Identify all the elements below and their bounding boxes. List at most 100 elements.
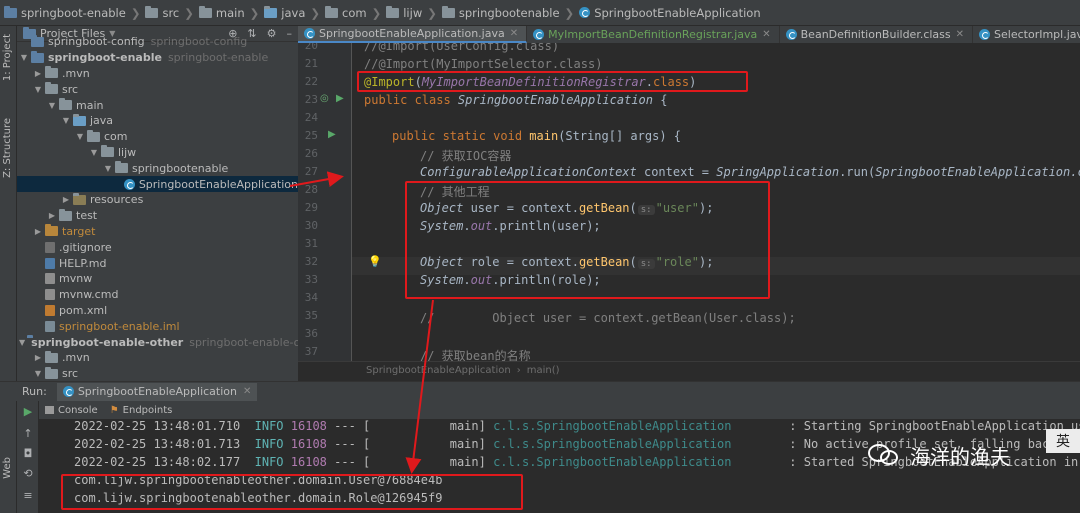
breadcrumb-item[interactable]: src ❯	[145, 5, 198, 20]
breadcrumb-item[interactable]: springboot-enable ❯	[4, 5, 145, 20]
tree-item[interactable]: ▼ springboot-enable-other springboot-enabl…	[17, 334, 298, 350]
editor-tab[interactable]: MyImportBeanDefinitionRegistrar.java ✕	[527, 26, 780, 43]
breadcrumb-separator-icon: ❯	[130, 5, 141, 20]
tree-item[interactable]: ▶ .mvn	[17, 350, 298, 366]
close-icon[interactable]: ✕	[510, 28, 518, 39]
expanded-arrow-icon[interactable]: ▼	[19, 53, 29, 62]
run-gutter-icon[interactable]: ▶	[336, 93, 344, 104]
collapsed-arrow-icon[interactable]: ▶	[47, 211, 57, 220]
bean-icon[interactable]: ◎	[320, 93, 329, 104]
close-icon[interactable]: ✕	[956, 29, 964, 40]
rerun-up-icon[interactable]: ↑	[21, 427, 35, 441]
folder-icon	[386, 5, 400, 18]
tree-item[interactable]: ▼ springbootenable	[17, 160, 298, 176]
tree-item-label: mvnw	[59, 272, 93, 286]
code-line-25: public static void main(String[] args) {	[392, 129, 682, 143]
web-tool-tab[interactable]: Web	[2, 457, 13, 479]
rerun-icon[interactable]: ▶	[21, 405, 35, 419]
tree-item[interactable]: springboot-config springboot-config	[17, 34, 298, 50]
editor-tab[interactable]: SelectorImpl.java✕	[973, 26, 1080, 43]
folder-icon	[59, 208, 72, 221]
project-panel: Project Files ▼ ⊕ ⇅ ⚙ – springboot-confi…	[17, 26, 298, 381]
breadcrumb-label: lijw	[403, 5, 423, 20]
breadcrumb-item[interactable]: springbootenable ❯	[441, 5, 579, 20]
tree-item[interactable]: ▼ java	[17, 113, 298, 129]
console-tab[interactable]: Console	[45, 405, 98, 416]
footer-class-crumb[interactable]: SpringbootEnableApplication	[366, 365, 511, 376]
collapsed-arrow-icon[interactable]: ▶	[33, 227, 43, 236]
run-config-tab[interactable]: SpringbootEnableApplication ✕	[56, 382, 258, 401]
editor-tabs: SpringbootEnableApplication.java ✕ MyImpor…	[298, 26, 1080, 43]
file-icon	[45, 273, 55, 285]
tree-item[interactable]: mvnw.cmd	[17, 287, 298, 303]
close-icon[interactable]: ✕	[762, 29, 770, 40]
expanded-arrow-icon[interactable]: ▼	[19, 338, 25, 347]
breadcrumb-separator-icon: ❯	[564, 5, 575, 20]
ime-badge[interactable]: 英	[1046, 429, 1080, 453]
tree-item[interactable]: HELP.md	[17, 255, 298, 271]
tree-item-label: resources	[90, 193, 144, 207]
expanded-arrow-icon[interactable]: ▼	[33, 369, 43, 378]
breadcrumb-item[interactable]: main ❯	[198, 5, 264, 20]
restore-icon[interactable]: ⟲	[21, 467, 35, 481]
tree-item[interactable]: ▶ resources	[17, 192, 298, 208]
tree-item[interactable]: ▼ main	[17, 97, 298, 113]
camera-icon[interactable]: ◘	[21, 447, 35, 461]
tree-item-path-hint: springboot-enable	[167, 51, 269, 65]
expanded-arrow-icon[interactable]: ▼	[103, 164, 113, 173]
tree-item-label: SpringbootEnableApplication	[138, 177, 298, 191]
expanded-arrow-icon[interactable]: ▼	[75, 132, 85, 141]
run-config-tab-label: SpringbootEnableApplication	[77, 385, 237, 398]
tree-item[interactable]: ▶ test	[17, 208, 298, 224]
run-main-gutter-icon[interactable]: ▶	[328, 129, 336, 140]
breadcrumb-label: springboot-enable	[21, 5, 126, 20]
tree-item[interactable]: ▶ .mvn	[17, 66, 298, 82]
collapsed-arrow-icon[interactable]: ▶	[33, 353, 43, 362]
tree-item[interactable]: springboot-enable.iml	[17, 318, 298, 334]
expanded-arrow-icon[interactable]: ▼	[89, 148, 99, 157]
tree-item[interactable]: ▼ src	[17, 366, 298, 381]
tree-item[interactable]: ▼ src	[17, 81, 298, 97]
collapsed-arrow-icon[interactable]: ▶	[61, 195, 71, 204]
project-tool-tab[interactable]: 1: Project	[2, 34, 13, 81]
breadcrumb-item[interactable]: SpringbootEnableApplication	[579, 6, 761, 20]
tree-item-label: target	[62, 224, 96, 238]
structure-tool-tab[interactable]: Z: Structure	[2, 118, 13, 178]
tree-item[interactable]: mvnw	[17, 271, 298, 287]
footer-method-crumb[interactable]: main()	[527, 365, 560, 376]
expanded-arrow-icon[interactable]: ▼	[33, 85, 43, 94]
tree-item[interactable]: SpringbootEnableApplication	[17, 176, 298, 192]
intention-bulb-icon[interactable]: 💡	[368, 255, 382, 268]
breadcrumb-item[interactable]: lijw ❯	[386, 5, 442, 20]
code-editor[interactable]: //@Import(UserConfig.class) //@Import(My…	[352, 43, 1080, 361]
tree-item[interactable]: ▼ springboot-enable springboot-enable	[17, 50, 298, 66]
breadcrumb-label: main	[215, 5, 245, 20]
tree-item[interactable]: .gitignore	[17, 239, 298, 255]
expanded-arrow-icon[interactable]: ▼	[61, 116, 71, 125]
close-icon[interactable]: ✕	[243, 386, 251, 397]
breadcrumb-item[interactable]: com ❯	[325, 5, 386, 20]
code-line-35: // Object user = context.getBean(User.cl…	[420, 311, 796, 325]
output-role: com.lijw.springbootenableother.domain.Ro…	[74, 491, 443, 505]
tree-item-label: .mvn	[62, 351, 90, 365]
tree-item-label: HELP.md	[59, 256, 107, 270]
tree-item[interactable]: ▼ com	[17, 129, 298, 145]
breadcrumb-item[interactable]: java ❯	[264, 5, 325, 20]
breadcrumb-separator-icon: ❯	[184, 5, 194, 20]
line-number: 35	[304, 309, 318, 322]
tree-item[interactable]: ▶ target	[17, 224, 298, 240]
tree-item[interactable]: ▼ lijw	[17, 145, 298, 161]
editor-tab[interactable]: BeanDefinitionBuilder.class ✕	[780, 26, 974, 43]
tree-item-label: java	[90, 114, 114, 128]
line-number: 25	[304, 129, 318, 142]
endpoints-tab[interactable]: ⚑ Endpoints	[110, 405, 173, 416]
collapsed-arrow-icon[interactable]: ▶	[33, 69, 43, 78]
folder-icon	[441, 5, 455, 18]
line-number: 30	[304, 219, 318, 232]
tree-item[interactable]: pom.xml	[17, 303, 298, 319]
layout-icon[interactable]: ≡	[21, 489, 35, 503]
endpoints-tab-label: Endpoints	[122, 404, 173, 416]
editor-tab[interactable]: SpringbootEnableApplication.java ✕	[298, 26, 528, 43]
expanded-arrow-icon[interactable]: ▼	[47, 101, 57, 110]
xml-icon	[45, 304, 55, 316]
